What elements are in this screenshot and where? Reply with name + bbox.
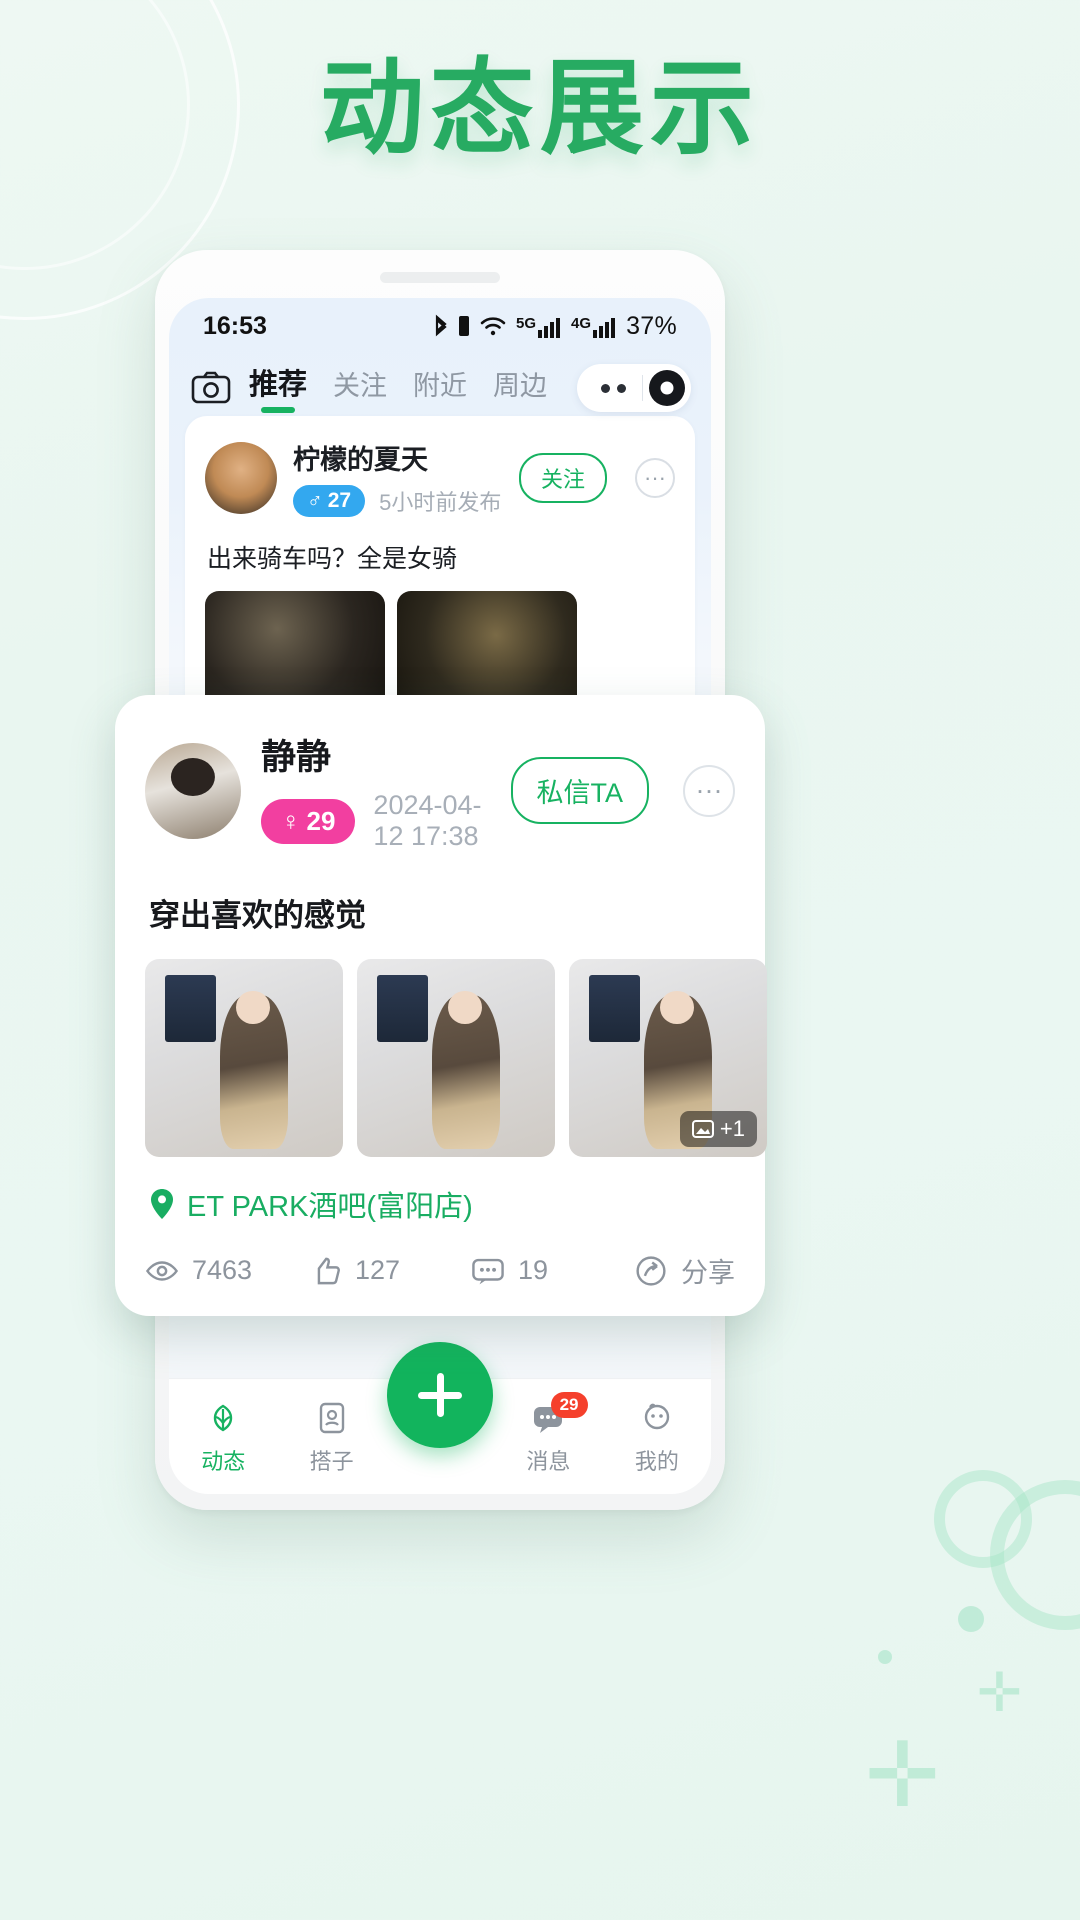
avatar[interactable] <box>205 441 277 514</box>
eye-icon <box>145 1260 179 1281</box>
featured-username: 静静 <box>261 738 332 777</box>
bg-ring-2 <box>934 1470 1032 1568</box>
age-value: 27 <box>327 489 352 512</box>
tab-list: 推荐 关注 附近 周边 <box>249 361 573 415</box>
featured-image-1[interactable] <box>145 959 343 1157</box>
bluetooth-icon <box>435 314 447 337</box>
direct-message-button[interactable]: 私信TA <box>510 757 649 824</box>
featured-header: 静静 ♀ 29 2024-04-12 17:38 私信TA ··· <box>145 729 735 852</box>
featured-stat-share[interactable]: 分享 <box>634 1251 735 1290</box>
featured-location[interactable]: ET PARK酒吧(富阳店) <box>147 1183 733 1225</box>
image-icon <box>691 1120 714 1138</box>
nav-label-xiaoxi: 消息 <box>526 1448 571 1474</box>
location-pin-icon <box>151 1189 173 1219</box>
status-icons: 5G 4G 37% <box>433 312 677 341</box>
like-icon <box>317 1257 340 1284</box>
featured-timestamp: 2024-04-12 17:38 <box>373 790 482 851</box>
gender-icon: ♀ <box>281 805 301 836</box>
divider <box>642 375 643 401</box>
page-headline: 动态展示 ” <box>0 51 1080 167</box>
status-time: 16:53 <box>203 311 267 340</box>
profile-icon <box>644 1403 670 1429</box>
featured-avatar[interactable] <box>145 742 241 839</box>
nav-item-dongtai[interactable]: 动态 <box>169 1398 277 1476</box>
post-username: 柠檬的夏天 <box>293 445 428 475</box>
camera-icon[interactable] <box>191 368 231 408</box>
tab-recommend[interactable]: 推荐 <box>249 361 307 415</box>
post-text: 出来骑车吗？全是女骑 <box>207 545 458 573</box>
post-card[interactable]: 柠檬的夏天 ♂ 27 5小时前发布 关注 ··· 出来骑车吗？全是女骑 <box>185 416 695 733</box>
featured-share-label: 分享 <box>681 1258 735 1288</box>
featured-stat-comments[interactable]: 19 <box>471 1254 634 1288</box>
featured-stats: 7463 127 19 分享 <box>145 1251 735 1290</box>
nav-item-wode[interactable]: 我的 <box>603 1398 711 1476</box>
post-user-meta: 柠檬的夏天 ♂ 27 5小时前发布 <box>293 438 503 517</box>
top-tab-bar: 推荐 关注 附近 周边 <box>169 354 711 416</box>
tab-around[interactable]: 周边 <box>493 364 547 415</box>
featured-image-2[interactable] <box>357 959 555 1157</box>
featured-more-button[interactable]: ··· <box>683 764 735 817</box>
featured-likes-value: 127 <box>355 1255 401 1285</box>
featured-post-text: 穿出喜欢的感觉 <box>149 898 366 933</box>
battery-percent: 37% <box>626 311 677 340</box>
featured-gender-age-badge: ♀ 29 <box>261 798 356 844</box>
message-badge: 29 <box>550 1391 588 1418</box>
battery-icon <box>459 316 470 336</box>
signal-4g-label: 4G <box>571 314 592 332</box>
featured-post-card[interactable]: 静静 ♀ 29 2024-04-12 17:38 私信TA ··· 穿出喜欢的感… <box>115 695 767 1316</box>
featured-views-value: 7463 <box>192 1255 253 1285</box>
nav-label-dongtai: 动态 <box>201 1448 246 1474</box>
featured-stat-likes[interactable]: 127 <box>308 1254 471 1288</box>
post-header: 柠檬的夏天 ♂ 27 5小时前发布 关注 ··· <box>205 438 675 517</box>
wifi-icon <box>480 317 506 336</box>
featured-comments-value: 19 <box>518 1255 549 1285</box>
gender-age-badge: ♂ 27 <box>293 485 366 517</box>
bg-dot-1 <box>958 1606 984 1632</box>
status-bar: 16:53 5G 4G 37% <box>169 298 711 354</box>
featured-images: +1 <box>145 959 767 1157</box>
contact-icon <box>319 1402 344 1433</box>
share-icon <box>636 1255 666 1286</box>
featured-stat-views[interactable]: 7463 <box>145 1254 308 1288</box>
more-pictures-count: +1 <box>719 1116 745 1141</box>
nav-item-dazi[interactable]: 搭子 <box>277 1398 385 1476</box>
nav-label-dazi: 搭子 <box>309 1448 354 1474</box>
signal-5g-icon: 5G <box>516 315 562 338</box>
bg-dot-2 <box>878 1650 892 1664</box>
follow-button[interactable]: 关注 <box>518 452 607 503</box>
featured-image-3[interactable]: +1 <box>569 959 767 1157</box>
age-value: 29 <box>306 805 336 836</box>
featured-location-name: ET PARK酒吧(富阳店) <box>187 1191 473 1223</box>
featured-user-meta: 静静 ♀ 29 2024-04-12 17:38 <box>261 729 491 852</box>
nav-label-wode: 我的 <box>634 1448 679 1474</box>
leaf-icon <box>214 1404 233 1431</box>
nav-item-xiaoxi[interactable]: 29 消息 <box>494 1391 602 1476</box>
bg-plus-2: ✛ <box>976 1663 1022 1723</box>
more-pictures-badge: +1 <box>679 1111 757 1147</box>
comment-icon <box>472 1258 504 1284</box>
topbar-actions <box>577 364 691 412</box>
post-more-button[interactable]: ··· <box>635 457 675 498</box>
post-meta-row: ♂ 27 5小时前发布 <box>293 485 503 517</box>
gender-icon: ♂ <box>307 489 323 512</box>
feed-list: 柠檬的夏天 ♂ 27 5小时前发布 关注 ··· 出来骑车吗？全是女骑 <box>169 416 711 733</box>
tab-nearby[interactable]: 附近 <box>413 364 467 415</box>
more-dots-icon[interactable] <box>591 383 636 393</box>
signal-5g-label: 5G <box>516 314 537 332</box>
tab-following[interactable]: 关注 <box>333 364 387 415</box>
bg-plus-1: ✛ <box>864 1726 940 1826</box>
add-post-button[interactable] <box>387 1342 493 1448</box>
signal-4g-icon: 4G <box>571 315 617 338</box>
featured-meta-row: ♀ 29 2024-04-12 17:38 <box>261 790 491 852</box>
record-icon[interactable] <box>649 370 685 406</box>
post-time: 5小时前发布 <box>379 490 502 515</box>
headline-text: 动态展示 <box>319 51 760 167</box>
